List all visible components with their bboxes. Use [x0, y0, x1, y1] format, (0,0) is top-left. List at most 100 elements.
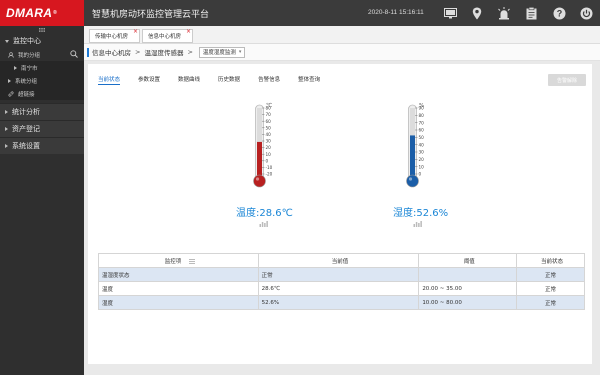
bar-chart-icon[interactable] — [259, 220, 268, 227]
sidebar-item-asset-register[interactable]: 资产登记 — [0, 120, 84, 137]
temperature-tick-label: -20 — [266, 172, 273, 177]
sidebar-item-label: 统计分析 — [12, 108, 40, 116]
sidebar-item-system-group[interactable]: 系统分组 — [0, 74, 84, 87]
subtab-history-data[interactable]: 历史数据 — [218, 75, 240, 85]
sidebar-section-monitor-center[interactable]: 监控中心 — [0, 34, 84, 48]
group-icon — [8, 51, 14, 58]
breadcrumb: 信息中心机房 > 温湿度传感器 > 温度湿度监测 ▾ — [84, 44, 600, 61]
temperature-tick-label: 80 — [266, 106, 272, 111]
subtab-alarm-info[interactable]: 告警信息 — [258, 75, 280, 85]
sidebar-item-label: 南宁市 — [21, 65, 38, 72]
humidity-bulb — [406, 174, 419, 188]
tab-label: 传输中心机房 — [95, 34, 129, 40]
temperature-tick-label: 70 — [266, 112, 272, 117]
cell-value: 正常 — [257, 267, 420, 282]
monitor-type-select[interactable]: 温度湿度监测 ▾ — [198, 46, 246, 58]
main-panel: 当前状态 参数设置 数据曲线 历史数据 告警信息 整体查询 告警解除 ℃ 80 70… — [88, 64, 592, 364]
temperature-tick-label: 10 — [266, 152, 272, 157]
cell-status: 正常 — [516, 281, 585, 296]
alarm-relieve-button[interactable]: 告警解除 — [548, 74, 586, 86]
humidity-bulb-highlight — [408, 177, 413, 181]
humidity-tick-label: 0 — [419, 172, 422, 177]
cell-item: 温湿度状态 — [98, 267, 259, 282]
column-header-status: 当前状态 — [516, 253, 585, 268]
humidity-tick-label: 80 — [419, 113, 425, 118]
clipboard-icon[interactable] — [523, 5, 539, 21]
humidity-tick-label: 70 — [419, 120, 425, 125]
temperature-tick-label: 50 — [266, 125, 272, 130]
sidebar-item-label: 超链接 — [18, 91, 35, 98]
monitor-icon[interactable] — [442, 5, 458, 21]
humidity-tick-label: 50 — [419, 135, 425, 140]
tab-transmission-room[interactable]: 传输中心机房 × — [89, 28, 140, 43]
location-pin-icon[interactable] — [469, 5, 485, 21]
caret-right-icon — [5, 127, 8, 131]
sidebar-section-label: 监控中心 — [13, 37, 41, 45]
grid-icon — [39, 28, 45, 32]
temperature-bulb — [253, 174, 266, 188]
breadcrumb-separator: > — [135, 48, 141, 56]
table-row[interactable]: 温度 28.6℃ 20.00 ~ 35.00 正常 — [98, 281, 585, 296]
caret-right-icon — [14, 65, 17, 70]
datetime: 2020-8-11 15:16:11 — [368, 9, 424, 16]
caret-right-icon — [8, 78, 11, 83]
sidebar-item-label: 我的分组 — [18, 52, 41, 59]
humidity-thermometer: %9080706050403020100 — [406, 103, 425, 188]
subtab-overall-query[interactable]: 整体查询 — [298, 75, 320, 85]
cell-item: 湿度 — [98, 295, 259, 310]
table-row[interactable]: 湿度 52.6% 10.00 ~ 80.00 正常 — [98, 295, 585, 310]
humidity-tick-label: 60 — [419, 128, 425, 133]
breadcrumb-marker — [87, 47, 89, 57]
sidebar: 监控中心 我的分组 南宁市 系统分组 超链接 统计分析 资产登记 系统设置 — [0, 26, 84, 375]
app-title: 智慧机房动环监控管理云平台 — [92, 9, 210, 20]
alarm-siren-icon[interactable] — [496, 5, 512, 21]
sidebar-item-nanning[interactable]: 南宁市 — [0, 61, 84, 74]
link-icon — [8, 90, 14, 97]
bar-chart-icon[interactable] — [413, 220, 422, 227]
breadcrumb-item-sensor[interactable]: 温湿度传感器 — [144, 47, 183, 57]
logo[interactable]: DMARA ® — [0, 0, 84, 26]
subtab-data-curve[interactable]: 数据曲线 — [178, 75, 200, 85]
subtab-parameter-settings[interactable]: 参数设置 — [138, 75, 160, 85]
temperature-tick-label: 60 — [266, 119, 272, 124]
cell-threshold: 10.00 ~ 80.00 — [418, 295, 518, 310]
humidity-reading: 湿度:52.6% — [393, 208, 449, 219]
tab-info-center-room[interactable]: 信息中心机房 × — [142, 28, 193, 43]
cell-value: 52.6% — [257, 295, 420, 310]
search-icon[interactable] — [70, 50, 78, 58]
cell-item: 温度 — [98, 281, 259, 296]
temperature-thermometer: ℃80706050403020100-10-20 — [253, 102, 273, 188]
table-header-row: 监控项 当前值 阈值 当前状态 — [98, 253, 585, 268]
sidebar-item-label: 系统设置 — [12, 142, 40, 150]
table-row[interactable]: 温湿度状态 正常 正常 — [98, 267, 585, 282]
humidity-tick-label: 40 — [419, 142, 425, 147]
power-icon[interactable] — [578, 5, 594, 21]
sidebar-item-statistics[interactable]: 统计分析 — [0, 103, 84, 120]
top-bar: DMARA ® 智慧机房动环监控管理云平台 2020-8-11 15:16:11 … — [0, 0, 600, 26]
cell-value: 28.6℃ — [257, 281, 420, 296]
close-icon[interactable]: × — [186, 28, 191, 35]
temperature-tick-label: 40 — [266, 132, 272, 137]
caret-right-icon — [5, 144, 8, 148]
sidebar-item-system-settings[interactable]: 系统设置 — [0, 137, 84, 154]
sidebar-collapse-toggle[interactable] — [0, 26, 84, 34]
cell-status: 正常 — [516, 267, 585, 282]
caret-right-icon — [5, 110, 8, 114]
sidebar-item-hyperlink[interactable]: 超链接 — [0, 87, 84, 100]
temperature-tick-label: 0 — [266, 158, 269, 163]
svg-text:?: ? — [556, 8, 562, 18]
help-icon[interactable]: ? — [551, 5, 567, 21]
temperature-reading: 温度:28.6℃ — [236, 208, 293, 219]
column-header-label: 监控项 — [164, 258, 182, 265]
subtab-current-status[interactable]: 当前状态 — [98, 75, 121, 85]
breadcrumb-item-room[interactable]: 信息中心机房 — [92, 47, 131, 57]
column-header-item: 监控项 — [98, 253, 259, 268]
breadcrumb-separator: > — [187, 48, 193, 56]
humidity-fill-level — [410, 135, 415, 181]
column-header-value: 当前值 — [257, 253, 420, 268]
temperature-tick-label: -10 — [266, 165, 273, 170]
select-value: 温度湿度监测 — [202, 50, 236, 56]
sidebar-item-my-group[interactable]: 我的分组 — [0, 48, 84, 61]
close-icon[interactable]: × — [133, 28, 138, 35]
list-icon[interactable] — [188, 258, 195, 264]
